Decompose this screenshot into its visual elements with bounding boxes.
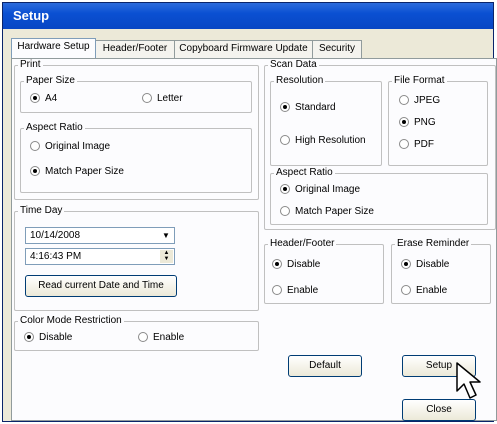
disable-label: Disable <box>39 332 73 343</box>
header-footer-legend: Header/Footer <box>268 238 337 249</box>
original-image-label: Original Image <box>295 184 361 195</box>
format-jpeg-radio[interactable]: JPEG <box>399 95 440 107</box>
scan-match-paper-size-radio[interactable]: Match Paper Size <box>280 206 374 218</box>
radio-icon <box>401 285 411 295</box>
paper-size-a4-radio[interactable]: A4 <box>30 93 57 105</box>
radio-icon <box>30 141 40 151</box>
hardware-setup-panel: Print Paper Size A4 Letter Aspect Ratio … <box>11 58 497 421</box>
radio-icon <box>142 93 152 103</box>
paper-size-legend: Paper Size <box>24 75 77 86</box>
date-value: 10/14/2008 <box>30 230 81 241</box>
scan-aspect-ratio-legend: Aspect Ratio <box>274 167 335 178</box>
erase-reminder-legend: Erase Reminder <box>395 238 472 249</box>
radio-selected-icon <box>399 117 409 127</box>
default-button[interactable]: Default <box>288 355 362 377</box>
scan-data-group: Scan Data Resolution Standard High Resol… <box>264 59 496 230</box>
tab-hardware-setup[interactable]: Hardware Setup <box>11 38 96 58</box>
header-footer-disable-radio[interactable]: Disable <box>272 259 320 271</box>
high-resolution-label: High Resolution <box>295 135 366 146</box>
match-paper-size-label: Match Paper Size <box>45 166 124 177</box>
radio-selected-icon <box>30 93 40 103</box>
disable-label: Disable <box>287 259 321 270</box>
paper-size-group: Paper Size A4 Letter <box>20 75 252 113</box>
file-format-group: File Format JPEG PNG PDF <box>388 75 488 166</box>
resolution-standard-radio[interactable]: Standard <box>280 102 336 114</box>
radio-selected-icon <box>30 166 40 176</box>
pdf-label: PDF <box>414 139 434 150</box>
format-png-radio[interactable]: PNG <box>399 117 436 129</box>
paper-size-letter-radio[interactable]: Letter <box>142 93 183 105</box>
standard-label: Standard <box>295 102 336 113</box>
time-day-legend: Time Day <box>18 205 65 216</box>
letter-label: Letter <box>157 93 183 104</box>
print-legend: Print <box>18 59 43 70</box>
color-mode-disable-radio[interactable]: Disable <box>24 332 72 344</box>
scan-data-legend: Scan Data <box>268 59 319 70</box>
time-day-group: Time Day 10/14/2008 ▼ 4:16:43 PM ▲ ▼ Read… <box>14 205 259 311</box>
radio-icon <box>138 332 148 342</box>
chevron-down-icon[interactable]: ▼ <box>159 229 173 242</box>
print-aspect-ratio-group: Aspect Ratio Original Image Match Paper … <box>20 122 252 193</box>
jpeg-label: JPEG <box>414 95 441 106</box>
file-format-legend: File Format <box>392 75 447 86</box>
mouse-pointer-icon <box>456 362 481 399</box>
radio-icon <box>272 285 282 295</box>
header-footer-group: Header/Footer Disable Enable <box>264 238 384 304</box>
print-match-paper-size-radio[interactable]: Match Paper Size <box>30 166 124 178</box>
radio-icon <box>399 139 409 149</box>
resolution-legend: Resolution <box>274 75 326 86</box>
time-spinner[interactable]: 4:16:43 PM ▲ ▼ <box>25 248 175 265</box>
tab-header-footer[interactable]: Header/Footer <box>95 40 175 58</box>
match-paper-size-label: Match Paper Size <box>295 206 374 217</box>
print-group: Print Paper Size A4 Letter Aspect Ratio … <box>14 59 259 200</box>
title-bar[interactable]: Setup <box>3 3 493 29</box>
scan-aspect-ratio-group: Aspect Ratio Original Image Match Paper … <box>270 167 488 225</box>
a4-label: A4 <box>45 93 58 104</box>
date-picker[interactable]: 10/14/2008 ▼ <box>25 227 175 244</box>
radio-selected-icon <box>280 102 290 112</box>
radio-selected-icon <box>401 259 411 269</box>
enable-label: Enable <box>287 285 319 296</box>
radio-selected-icon <box>272 259 282 269</box>
original-image-label: Original Image <box>45 141 111 152</box>
print-original-image-radio[interactable]: Original Image <box>30 141 110 153</box>
setup-window: Setup Hardware Setup Header/Footer Copyb… <box>2 2 497 422</box>
resolution-high-radio[interactable]: High Resolution <box>280 135 366 147</box>
window-title: Setup <box>13 8 50 23</box>
tab-security[interactable]: Security <box>312 40 362 58</box>
erase-reminder-enable-radio[interactable]: Enable <box>401 285 447 297</box>
color-mode-enable-radio[interactable]: Enable <box>138 332 184 344</box>
png-label: PNG <box>414 117 436 128</box>
color-mode-group: Color Mode Restriction Disable Enable <box>14 315 259 351</box>
erase-reminder-group: Erase Reminder Disable Enable <box>391 238 491 304</box>
spin-down-icon[interactable]: ▼ <box>160 256 173 262</box>
radio-icon <box>399 95 409 105</box>
resolution-group: Resolution Standard High Resolution <box>270 75 382 166</box>
spinner-arrows[interactable]: ▲ ▼ <box>160 250 173 263</box>
erase-reminder-disable-radio[interactable]: Disable <box>401 259 449 271</box>
format-pdf-radio[interactable]: PDF <box>399 139 434 151</box>
radio-icon <box>280 206 290 216</box>
header-footer-enable-radio[interactable]: Enable <box>272 285 318 297</box>
scan-original-image-radio[interactable]: Original Image <box>280 184 360 196</box>
time-value: 4:16:43 PM <box>30 251 82 262</box>
radio-selected-icon <box>280 184 290 194</box>
tab-copyboard-firmware-update[interactable]: Copyboard Firmware Update <box>174 40 313 58</box>
enable-label: Enable <box>153 332 185 343</box>
disable-label: Disable <box>416 259 450 270</box>
read-date-time-button[interactable]: Read current Date and Time <box>25 275 177 297</box>
radio-selected-icon <box>24 332 34 342</box>
radio-icon <box>280 135 290 145</box>
print-aspect-ratio-legend: Aspect Ratio <box>24 122 85 133</box>
color-mode-legend: Color Mode Restriction <box>18 315 124 326</box>
enable-label: Enable <box>416 285 448 296</box>
